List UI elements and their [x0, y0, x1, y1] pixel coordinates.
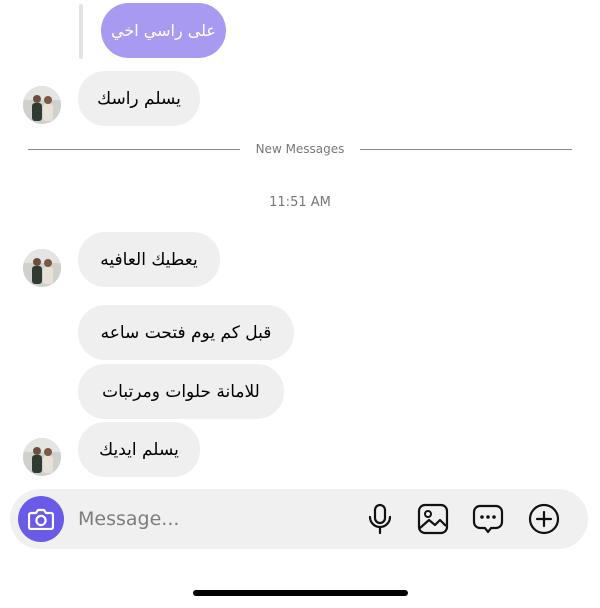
received-message-bubble[interactable]: يسلم ايديك: [78, 422, 200, 477]
camera-icon: [28, 508, 54, 530]
message-timestamp: 11:51 AM: [269, 195, 331, 210]
avatar-photo: [23, 249, 61, 287]
avatar[interactable]: [23, 249, 61, 287]
home-indicator[interactable]: [193, 590, 408, 596]
avatar-photo: [23, 86, 61, 124]
chat-screen: على راسي اخي يسلم راسك New Messages 11:5…: [0, 0, 600, 608]
avatar[interactable]: [23, 86, 61, 124]
voice-message-button[interactable]: [362, 501, 398, 537]
divider-line-right: [360, 149, 572, 150]
sent-message-bubble[interactable]: على راسي اخي: [101, 3, 226, 58]
microphone-icon: [368, 503, 392, 535]
sticker-icon: [472, 504, 504, 534]
reply-indicator-bar: [79, 4, 83, 59]
received-message-bubble[interactable]: قبل كم يوم فتحت ساعه: [78, 305, 294, 360]
new-messages-divider: New Messages: [255, 142, 345, 156]
add-button[interactable]: [526, 501, 562, 537]
avatar-photo: [23, 438, 61, 476]
received-message-bubble[interactable]: يسلم راسك: [78, 71, 200, 126]
sticker-button[interactable]: [470, 501, 506, 537]
gallery-icon: [417, 503, 449, 535]
camera-button[interactable]: [18, 496, 64, 542]
gallery-button[interactable]: [415, 501, 451, 537]
received-message-bubble[interactable]: يعطيك العافيه: [78, 232, 220, 287]
divider-line-left: [28, 149, 240, 150]
avatar[interactable]: [23, 438, 61, 476]
add-icon: [528, 503, 560, 535]
message-input[interactable]: [78, 503, 338, 535]
received-message-bubble[interactable]: للامانة حلوات ومرتبات: [78, 364, 284, 419]
